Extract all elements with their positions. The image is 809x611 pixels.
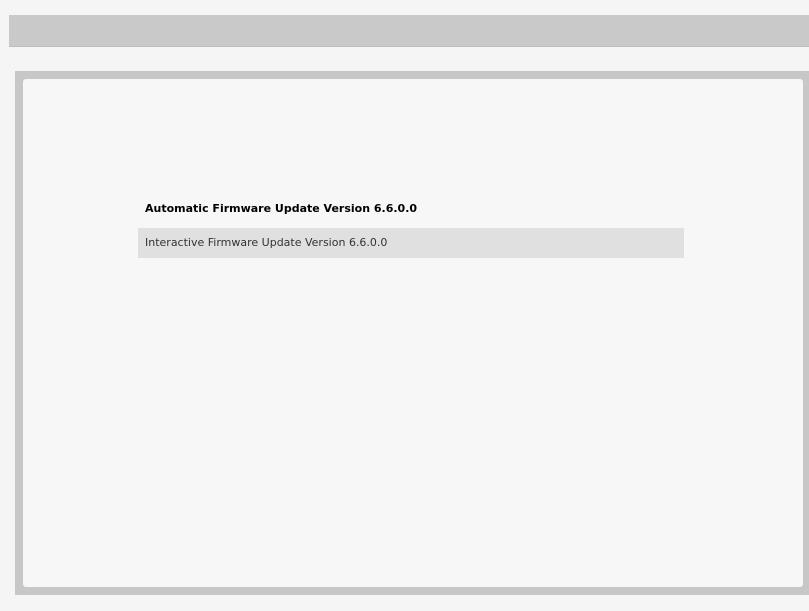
menu-item-automatic-firmware-update[interactable]: Automatic Firmware Update Version 6.6.0.… bbox=[138, 194, 684, 224]
top-bar bbox=[9, 15, 809, 47]
content-frame: Automatic Firmware Update Version 6.6.0.… bbox=[15, 71, 809, 595]
menu-item-interactive-firmware-update[interactable]: Interactive Firmware Update Version 6.6.… bbox=[138, 228, 684, 258]
boot-menu-panel: Automatic Firmware Update Version 6.6.0.… bbox=[23, 79, 803, 587]
